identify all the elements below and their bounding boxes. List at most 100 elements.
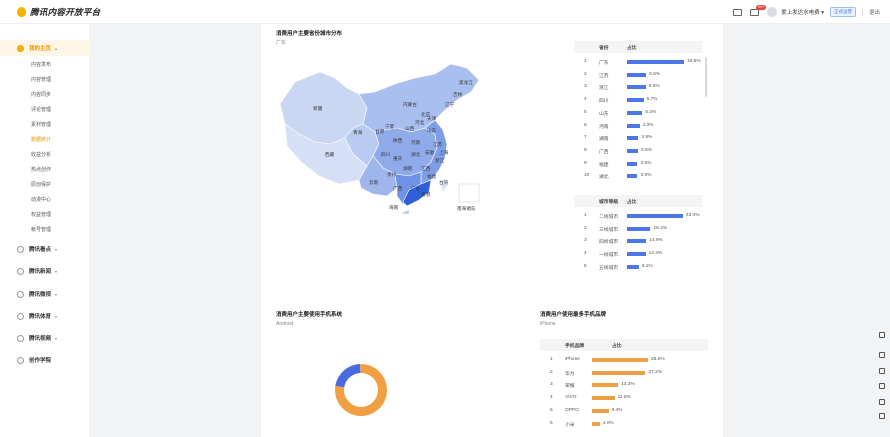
- province-row: 10 湖北 3.6%: [574, 170, 702, 183]
- share-value: 28.5%: [651, 357, 665, 362]
- map-label: 南海诸岛: [457, 205, 476, 212]
- rank: 6: [550, 420, 553, 426]
- logout-link[interactable]: 退出: [869, 8, 880, 16]
- sidebar-group-sports[interactable]: 腾讯体育 ▾: [0, 308, 89, 324]
- share-value: 3.9%: [641, 135, 653, 141]
- share-bar: [627, 174, 638, 179]
- message-badge: 99+: [756, 4, 767, 10]
- map-region-hainan[interactable]: [402, 209, 410, 214]
- preview-icon[interactable]: [733, 8, 743, 16]
- divider: [861, 8, 863, 16]
- sidebar-item-original[interactable]: 原创保护: [31, 181, 51, 188]
- avatar[interactable]: [767, 7, 778, 17]
- map-label: 贵州: [387, 171, 397, 178]
- chevron-up-icon: ▴: [55, 45, 58, 51]
- donut-slice-ios[interactable]: [335, 364, 361, 388]
- row-label: 湖南: [599, 137, 609, 143]
- map-label: 山西: [405, 125, 415, 132]
- map-label: 江苏: [433, 141, 443, 148]
- map-label: 福建: [427, 173, 437, 180]
- grid-icon[interactable]: [879, 413, 885, 419]
- brand-row: 1 iPhone 28.5%: [540, 354, 708, 367]
- sidebar-item-publish[interactable]: 内容发布: [31, 61, 51, 68]
- brand-title: 消费用户使用最多手机品牌: [540, 312, 607, 318]
- sidebar-item-trending[interactable]: 热点创作: [31, 166, 51, 173]
- sidebar-item-account[interactable]: 帐号管理: [31, 226, 51, 233]
- province-row: 1 广东 19.6%: [574, 56, 702, 69]
- scrollbar[interactable]: [705, 57, 707, 97]
- row-label: 二线城市: [599, 215, 619, 220]
- province-table: 省份 占比 1 广东 19.6% 2 江苏 6.6% 3 浙江 6.5% 4 四川 5.7% 5 山东 5.…: [574, 41, 707, 186]
- brand-header-share: 占比: [612, 344, 622, 349]
- chevron-down-icon: ▾: [55, 335, 58, 341]
- user-name[interactable]: 爱上发达水电费 ▾: [781, 8, 824, 16]
- brand-header-name: 手机品牌: [565, 344, 585, 349]
- share-value: 13.3%: [621, 382, 635, 388]
- share-bar: [627, 98, 644, 103]
- rank: 3: [584, 238, 587, 244]
- map-label: 广西: [393, 185, 403, 192]
- share-bar: [592, 370, 646, 375]
- map-label: 西藏: [325, 151, 335, 158]
- share-bar: [592, 358, 648, 362]
- map-label: 陕西: [393, 137, 403, 144]
- rank: 2: [550, 369, 553, 375]
- rank: 3: [584, 84, 587, 90]
- share-bar: [627, 161, 638, 166]
- os-donut-chart[interactable]: [331, 360, 391, 420]
- share-value: 18.2%: [653, 225, 668, 231]
- sidebar-item-anime[interactable]: 动漫中心: [31, 196, 51, 203]
- sidebar-group-academy[interactable]: 创作学院: [0, 352, 89, 368]
- sidebar-group-label: 创作学院: [29, 358, 52, 364]
- brand-table-header: 手机品牌 占比: [540, 339, 708, 351]
- province-row: 8 广西 3.8%: [574, 145, 702, 158]
- sidebar-group-home[interactable]: 我的主页 ▴: [0, 40, 89, 56]
- logo[interactable]: 腾讯内容开放平台: [17, 6, 100, 18]
- sidebar-group-video[interactable]: 腾讯视频 ▾: [0, 330, 89, 346]
- weishi-icon: [17, 290, 24, 298]
- message-icon[interactable]: 99+: [750, 4, 767, 16]
- academy-icon: [17, 356, 24, 364]
- share-bar: [592, 421, 600, 426]
- rank: 5: [584, 263, 587, 269]
- row-label: 湖北: [599, 175, 609, 181]
- sidebar-item-comments[interactable]: 评论管理: [31, 106, 51, 113]
- map-label: 内蒙古: [403, 101, 417, 108]
- sidebar-item-stats[interactable]: 数据统计: [31, 136, 51, 143]
- sidebar-item-assets[interactable]: 素材管理: [31, 121, 51, 128]
- sidebar-group-kandian[interactable]: 腾讯看点 ▾: [0, 241, 89, 257]
- rank: 7: [584, 135, 587, 141]
- share-bar: [627, 239, 647, 244]
- sidebar-group-label: 腾讯体育: [29, 314, 52, 320]
- city-tier-header: 城市等级 占比: [574, 195, 702, 207]
- sidebar-item-revenue[interactable]: 收益分析: [31, 151, 51, 158]
- share-value: 14.4%: [648, 251, 663, 257]
- sidebar-item-sync[interactable]: 内容同步: [31, 91, 51, 98]
- province-row: 3 浙江 6.5%: [574, 81, 702, 94]
- row-label: 浙江: [599, 86, 609, 92]
- share-bar: [627, 264, 639, 269]
- sidebar-group-news[interactable]: 腾讯新闻 ▾: [0, 263, 89, 279]
- share-bar: [627, 214, 683, 218]
- map-label: 安徽: [425, 149, 435, 156]
- share-value: 27.2%: [648, 369, 663, 375]
- sidebar-group-weishi[interactable]: 腾讯微视 ▾: [0, 286, 89, 302]
- sidebar-item-content[interactable]: 内容管理: [31, 76, 51, 83]
- share-value: 3.6%: [640, 160, 652, 166]
- bell-icon[interactable]: [879, 352, 885, 358]
- brand-row: 2 华为 27.2%: [540, 367, 708, 380]
- brand-subtitle: iPhone: [540, 321, 556, 327]
- share-value: 4.3%: [642, 122, 654, 128]
- notice-icon[interactable]: [879, 399, 885, 405]
- sidebar-item-rights[interactable]: 权益管理: [31, 211, 51, 218]
- sidebar-group-label: 腾讯新闻: [29, 269, 52, 275]
- help-icon[interactable]: [879, 368, 885, 374]
- rank: 1: [550, 357, 553, 362]
- city-tier-row: 2 三线城市 18.2%: [574, 223, 702, 236]
- china-map[interactable]: 黑龙江吉林辽宁内蒙古新疆北京天津河北山西 山东宁夏甘肃陕西青海河南 江苏上海安徽湖北…: [275, 44, 485, 214]
- headset-icon[interactable]: [879, 383, 885, 389]
- chat-icon[interactable]: [879, 332, 885, 338]
- rank: 6: [584, 122, 587, 128]
- share-value: 3.6%: [640, 173, 652, 179]
- province-header-share: 占比: [627, 46, 637, 51]
